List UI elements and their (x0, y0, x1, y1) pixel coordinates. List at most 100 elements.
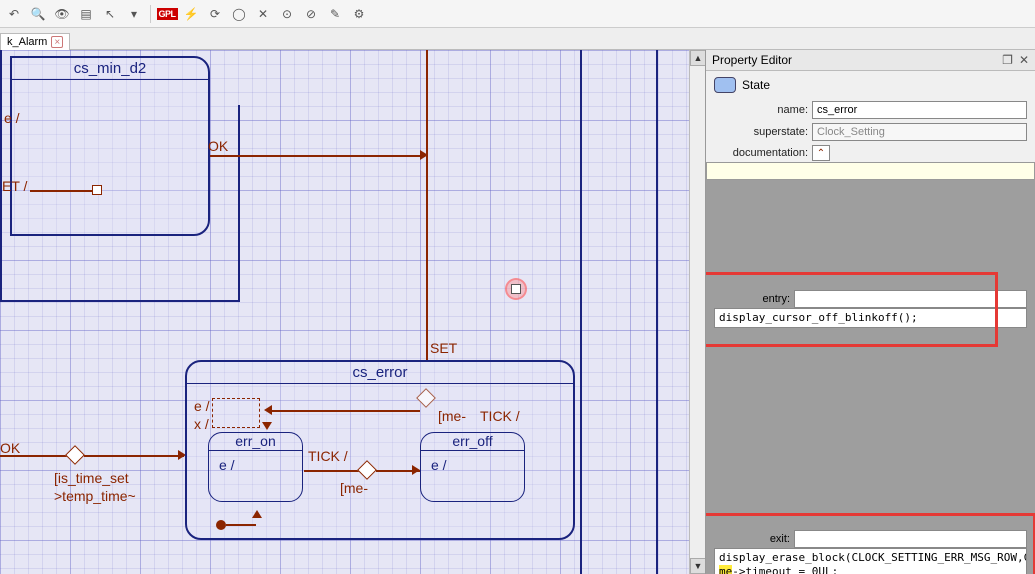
state-cs-min-d2[interactable]: cs_min_d2 (10, 56, 210, 236)
element-type-row: State (706, 71, 1035, 99)
initial-state-dot (216, 520, 226, 530)
tab-label: k_Alarm (7, 36, 47, 48)
circle-icon[interactable]: ◯ (229, 4, 249, 24)
transition-line-v (426, 50, 428, 342)
panel-title: Property Editor (712, 53, 792, 67)
entry-e: e / (219, 457, 312, 473)
check-icon[interactable]: ⊘ (301, 4, 321, 24)
code-sections: entry: display_cursor_off_blinkoff(); ex… (706, 180, 1035, 574)
pencil-icon[interactable]: ✎ (325, 4, 345, 24)
x-guard: x / (194, 416, 209, 432)
documentation-row: documentation: ⌃ (706, 143, 1035, 163)
substate-title: err_off (421, 433, 524, 451)
guard-temp-time: >temp_time~ (54, 488, 136, 504)
lightning-icon[interactable]: ⚡ (181, 4, 201, 24)
arrow-icon (252, 510, 262, 518)
transition-line (84, 455, 184, 457)
exit-label: exit: (714, 533, 794, 545)
name-label: name: (714, 104, 808, 116)
region-border (656, 50, 658, 574)
transition-line-v (426, 342, 428, 360)
transition-line (270, 410, 420, 412)
collapse-icon[interactable]: ⌃ (812, 145, 830, 161)
state-type-icon (714, 77, 736, 93)
tick-label-top: TICK / (480, 408, 520, 424)
ok-label: OK (208, 138, 228, 154)
refresh-icon[interactable]: ⟳ (205, 4, 225, 24)
dropdown-icon[interactable]: ▾ (124, 4, 144, 24)
et-label: ET / (2, 178, 27, 194)
superstate-input (812, 123, 1027, 141)
tab-clock-alarm[interactable]: k_Alarm × (0, 33, 70, 50)
region-divider (580, 50, 582, 574)
state-title: cs_min_d2 (12, 58, 208, 80)
exit-code-line1: display_erase_block(CLOCK_SETTING_ERR_MS… (719, 551, 1027, 564)
main-toolbar: ↶ 🔍 👁 ▤ ↖ ▾ GPL ⚡ ⟳ ◯ ✕ ⊙ ⊘ ✎ ⚙ (0, 0, 1035, 28)
documentation-box[interactable] (706, 162, 1035, 180)
gear-icon[interactable]: ⚙ (349, 4, 369, 24)
close-panel-icon[interactable]: ✕ (1019, 53, 1029, 67)
eye-icon[interactable]: 👁 (52, 4, 72, 24)
entry-field[interactable] (794, 290, 1027, 308)
transition-source (92, 185, 102, 195)
guard-is-time-set: [is_time_set (54, 470, 129, 486)
outer-edge-right (238, 105, 240, 302)
close-icon[interactable]: × (51, 36, 63, 48)
entry-label: entry: (714, 293, 794, 305)
substate-title: err_on (209, 433, 302, 451)
x-icon[interactable]: ✕ (253, 4, 273, 24)
cursor-indicator (505, 278, 527, 300)
superstate-label: superstate: (714, 126, 808, 138)
exit-code-hl: me (719, 565, 732, 574)
main-area: cs_min_d2 e / ET / OK OK [is_time_set >t… (0, 50, 1035, 574)
transition-line (0, 455, 70, 457)
exit-field[interactable] (794, 530, 1027, 548)
dotted-region (212, 398, 260, 428)
exit-section: exit: display_erase_block(CLOCK_SETTING_… (714, 530, 1027, 574)
tool-icon[interactable]: ↶ (4, 4, 24, 24)
entry-e: e / (431, 457, 534, 473)
scroll-down-button[interactable]: ▼ (690, 558, 705, 574)
layers-icon[interactable]: ▤ (76, 4, 96, 24)
diagram-canvas[interactable]: cs_min_d2 e / ET / OK OK [is_time_set >t… (0, 50, 705, 574)
transition-line (210, 155, 425, 157)
toolbar-separator (150, 5, 151, 23)
vertical-scrollbar[interactable]: ▲ ▼ (689, 50, 705, 574)
name-input[interactable] (812, 101, 1027, 119)
tick-label: TICK / (308, 448, 348, 464)
entry-label: e / (4, 110, 20, 126)
set-label: SET (430, 340, 457, 356)
dot-icon[interactable]: ⊙ (277, 4, 297, 24)
documentation-label: documentation: (714, 147, 808, 159)
property-editor-header: Property Editor ❐ ✕ (706, 50, 1035, 71)
exit-code-box[interactable]: display_erase_block(CLOCK_SETTING_ERR_MS… (714, 548, 1027, 574)
choice-diamond[interactable] (65, 445, 85, 465)
superstate-row: superstate: (706, 121, 1035, 143)
property-editor-panel: Property Editor ❐ ✕ State name: supersta… (705, 50, 1035, 574)
entry-code: display_cursor_off_blinkoff(); (719, 311, 918, 324)
state-err-off[interactable]: err_off e / (420, 432, 525, 502)
e-guard: e / (194, 398, 210, 414)
name-row: name: (706, 99, 1035, 121)
state-err-on[interactable]: err_on e / (208, 432, 303, 502)
state-title: cs_error (187, 362, 573, 384)
gpl-badge[interactable]: GPL (157, 4, 177, 24)
element-type-label: State (742, 78, 770, 92)
transition-line (226, 524, 256, 526)
arrow-icon (262, 422, 272, 430)
tab-bar: k_Alarm × (0, 28, 1035, 50)
arrow-icon (412, 465, 420, 475)
exit-code-line2-rest: ->timeout = 0UL; (732, 565, 838, 574)
scroll-up-button[interactable]: ▲ (690, 50, 705, 66)
me-guard-top: [me- (438, 408, 466, 424)
arrow-icon (264, 405, 272, 415)
pointer-icon[interactable]: ↖ (100, 4, 120, 24)
ok-label-left: OK (0, 440, 20, 456)
restore-icon[interactable]: ❐ (1002, 53, 1013, 67)
transition-line (30, 190, 98, 192)
entry-section: entry: display_cursor_off_blinkoff(); (714, 290, 1027, 328)
search-icon[interactable]: 🔍 (28, 4, 48, 24)
entry-code-box[interactable]: display_cursor_off_blinkoff(); (714, 308, 1027, 328)
me-guard: [me- (340, 480, 368, 496)
outer-edge-bottom (0, 300, 240, 302)
